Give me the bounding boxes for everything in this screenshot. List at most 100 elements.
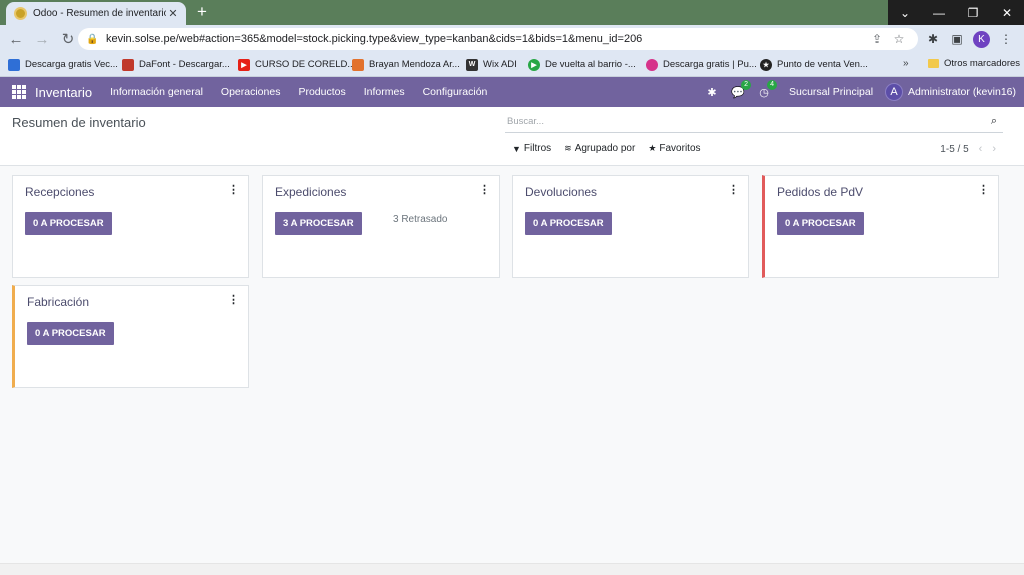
search-bar: ⌕ bbox=[505, 111, 1003, 133]
close-tab-icon[interactable]: ✕ bbox=[166, 7, 180, 20]
url-text[interactable]: kevin.solse.pe/web#action=365&model=stoc… bbox=[106, 33, 866, 45]
user-avatar[interactable]: A bbox=[885, 83, 904, 101]
tab-title: Odoo - Resumen de inventario bbox=[33, 8, 166, 19]
share-icon[interactable]: ⇪ bbox=[866, 32, 888, 46]
bookmark-item[interactable]: DaFont - Descargar... bbox=[122, 58, 238, 71]
bookmark-label: DaFont - Descargar... bbox=[139, 59, 230, 70]
app-menu-icon[interactable] bbox=[12, 85, 26, 99]
wix-icon: W bbox=[466, 58, 478, 71]
bookmark-item[interactable]: Descarga gratis Vec... bbox=[8, 58, 122, 71]
card-title[interactable]: Fabricación bbox=[27, 295, 89, 309]
toolbar-right: ✱ ▣ K ⋮ bbox=[921, 27, 1018, 51]
to-process-button[interactable]: 0 A PROCESAR bbox=[27, 322, 114, 345]
bookmark-item[interactable]: Descarga gratis | Pu... bbox=[646, 58, 760, 71]
card-menu-icon[interactable]: ⋮ bbox=[479, 183, 490, 196]
forward-icon[interactable]: → bbox=[29, 27, 55, 51]
activities-badge: 4 bbox=[767, 79, 777, 90]
search-input[interactable] bbox=[505, 116, 985, 127]
pager: 1-5 / 5 ‹ › bbox=[940, 143, 996, 155]
browser-tab[interactable]: Odoo - Resumen de inventario ✕ bbox=[6, 2, 186, 25]
favorites-button[interactable]: ★ Favoritos bbox=[648, 143, 700, 154]
lock-icon[interactable]: 🔒 bbox=[86, 34, 100, 45]
menu-operaciones[interactable]: Operaciones bbox=[212, 86, 290, 98]
youtube-icon: ▶ bbox=[238, 58, 250, 71]
bookmark-item[interactable]: ▶ De vuelta al barrio -... bbox=[528, 58, 646, 71]
window-controls: ⌄ — ❐ ✕ bbox=[888, 0, 1024, 25]
other-bookmarks-label: Otros marcadores bbox=[944, 58, 1021, 69]
close-window-button[interactable]: ✕ bbox=[990, 0, 1024, 25]
bookmark-label: CURSO DE CORELD... bbox=[255, 59, 356, 70]
bookmark-item[interactable]: Brayan Mendoza Ar... bbox=[352, 58, 466, 71]
kebab-menu-icon[interactable]: ⋮ bbox=[994, 32, 1018, 46]
bookmark-label: Wix ADI bbox=[483, 59, 517, 70]
filters-button[interactable]: ▼ Filtros bbox=[512, 143, 551, 154]
horizontal-scrollbar[interactable] bbox=[0, 563, 1024, 575]
card-menu-icon[interactable]: ⋮ bbox=[228, 293, 239, 306]
page-title: Resumen de inventario bbox=[12, 115, 146, 130]
other-bookmarks[interactable]: Otros marcadores bbox=[928, 58, 1020, 69]
group-by-button[interactable]: ≋ Agrupado por bbox=[564, 143, 635, 154]
back-icon[interactable]: ← bbox=[3, 27, 29, 51]
kanban-card-pedidos-pdv[interactable]: Pedidos de PdV ⋮ 0 A PROCESAR bbox=[762, 175, 999, 278]
pager-previous-icon[interactable]: ‹ bbox=[979, 143, 983, 155]
to-process-button[interactable]: 3 A PROCESAR bbox=[275, 212, 362, 235]
pager-value[interactable]: 1-5 / 5 bbox=[940, 144, 968, 155]
bookmark-star-icon[interactable]: ☆ bbox=[888, 32, 910, 46]
bookmark-item[interactable]: ▶ CURSO DE CORELD... bbox=[238, 58, 356, 71]
restore-button[interactable]: ❐ bbox=[956, 0, 990, 25]
play-icon: ▶ bbox=[528, 58, 540, 71]
kanban-card-recepciones[interactable]: Recepciones ⋮ 0 A PROCESAR bbox=[12, 175, 249, 278]
kanban-card-fabricacion[interactable]: Fabricación ⋮ 0 A PROCESAR bbox=[12, 285, 249, 388]
to-process-button[interactable]: 0 A PROCESAR bbox=[777, 212, 864, 235]
folder-icon bbox=[928, 59, 939, 68]
bookmark-favicon-icon bbox=[8, 58, 20, 71]
messages-icon[interactable]: 💬 2 bbox=[725, 79, 751, 99]
search-icon[interactable]: ⌕ bbox=[985, 115, 1003, 128]
star-icon: ★ bbox=[648, 143, 657, 153]
activities-clock-icon[interactable]: ◷ 4 bbox=[751, 79, 777, 99]
company-switcher[interactable]: Sucursal Principal bbox=[789, 86, 873, 98]
bookmark-favicon-icon bbox=[122, 58, 134, 71]
profile-avatar[interactable]: K bbox=[973, 30, 990, 48]
new-tab-button[interactable]: + bbox=[192, 3, 212, 23]
kanban-card-devoluciones[interactable]: Devoluciones ⋮ 0 A PROCESAR bbox=[512, 175, 749, 278]
card-menu-icon[interactable]: ⋮ bbox=[978, 183, 989, 196]
menu-configuracion[interactable]: Configuración bbox=[414, 86, 497, 98]
to-process-button[interactable]: 0 A PROCESAR bbox=[525, 212, 612, 235]
pager-next-icon[interactable]: › bbox=[992, 143, 996, 155]
control-panel: Resumen de inventario ⌕ ▼ Filtros ≋ Agru… bbox=[0, 107, 1024, 166]
menu-informes[interactable]: Informes bbox=[355, 86, 414, 98]
debug-bug-icon[interactable]: ✱ bbox=[699, 86, 725, 99]
bookmark-favicon-icon bbox=[646, 58, 658, 71]
odoo-favicon-icon bbox=[14, 7, 27, 20]
user-menu[interactable]: Administrator (kevin16) bbox=[908, 86, 1016, 98]
layers-icon: ≋ bbox=[564, 143, 572, 153]
bookmark-item[interactable]: W Wix ADI bbox=[466, 58, 528, 71]
to-process-button[interactable]: 0 A PROCESAR bbox=[25, 212, 112, 235]
filter-icon: ▼ bbox=[512, 143, 521, 154]
card-menu-icon[interactable]: ⋮ bbox=[728, 183, 739, 196]
side-panel-icon[interactable]: ▣ bbox=[945, 32, 969, 46]
menu-productos[interactable]: Productos bbox=[289, 86, 354, 98]
extensions-icon[interactable]: ✱ bbox=[921, 32, 945, 46]
card-title[interactable]: Devoluciones bbox=[525, 185, 597, 199]
tab-search-icon[interactable]: ⌄ bbox=[888, 0, 922, 25]
late-link[interactable]: 3 Retrasado bbox=[393, 214, 447, 225]
card-title[interactable]: Pedidos de PdV bbox=[777, 185, 863, 199]
minimize-button[interactable]: — bbox=[922, 0, 956, 25]
card-menu-icon[interactable]: ⋮ bbox=[228, 183, 239, 196]
gitlab-icon bbox=[352, 58, 364, 71]
menu-informacion-general[interactable]: Información general bbox=[101, 86, 212, 98]
card-title[interactable]: Recepciones bbox=[25, 185, 94, 199]
bookmark-label: Brayan Mendoza Ar... bbox=[369, 59, 460, 70]
address-bar[interactable]: 🔒 kevin.solse.pe/web#action=365&model=st… bbox=[78, 28, 918, 50]
messages-badge: 2 bbox=[741, 79, 751, 90]
bookmark-label: Punto de venta Ven... bbox=[777, 59, 868, 70]
bookmark-item[interactable]: ★ Punto de venta Ven... bbox=[760, 58, 870, 71]
kanban-card-expediciones[interactable]: Expediciones ⋮ 3 A PROCESAR 3 Retrasado bbox=[262, 175, 500, 278]
app-brand[interactable]: Inventario bbox=[35, 85, 92, 100]
more-bookmarks-icon[interactable]: » bbox=[903, 58, 909, 69]
favorites-label: Favoritos bbox=[659, 143, 701, 154]
card-title[interactable]: Expediciones bbox=[275, 185, 346, 199]
odoo-navbar: Inventario Información general Operacion… bbox=[0, 77, 1024, 107]
